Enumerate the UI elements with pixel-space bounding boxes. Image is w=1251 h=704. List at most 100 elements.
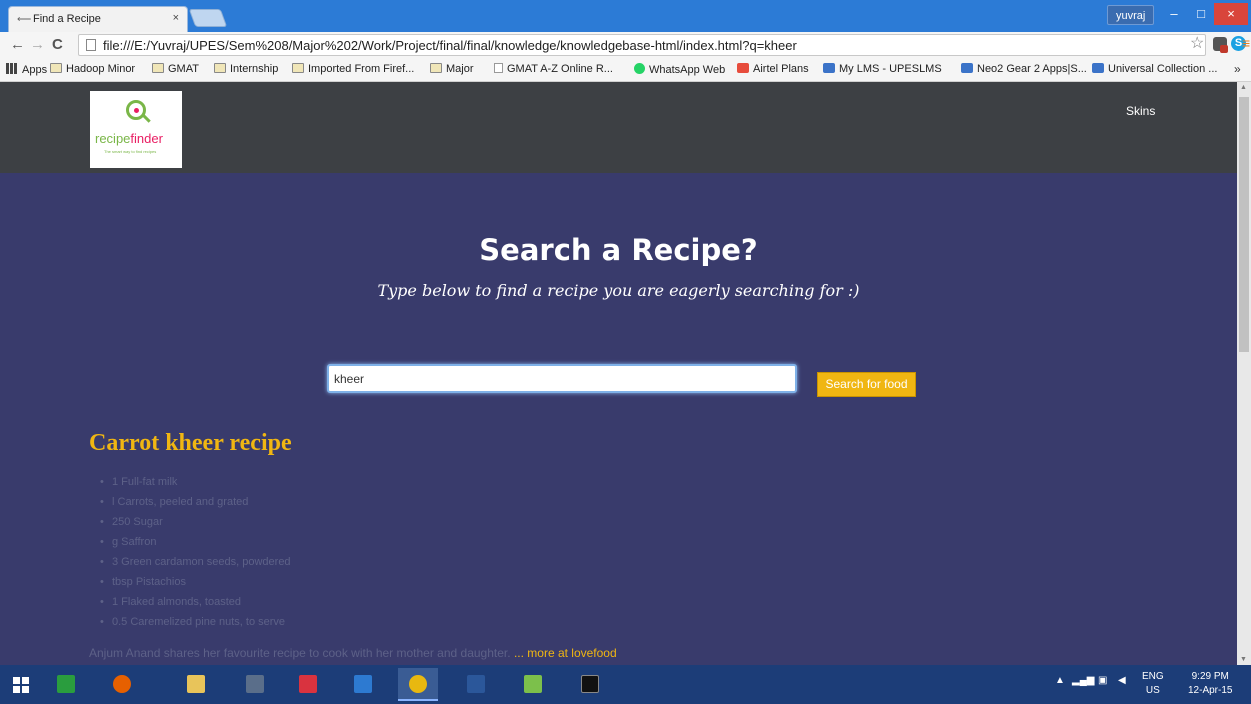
- firefox-icon: [113, 675, 131, 693]
- vivaldi-icon: [299, 675, 317, 693]
- chrome-menu-icon[interactable]: ≡: [1242, 35, 1250, 51]
- bookmark-universal[interactable]: Universal Collection ...: [1092, 63, 1217, 75]
- whatsapp-icon: [634, 63, 645, 74]
- ingredient-item: 3 Green cardamon seeds, powdered: [100, 556, 291, 576]
- app-icon: [246, 675, 264, 693]
- folder-icon: [50, 63, 62, 73]
- bookmark-star-icon[interactable]: ☆: [1190, 33, 1204, 53]
- taskbar-firefox[interactable]: [102, 668, 142, 701]
- forward-button[interactable]: →: [30, 36, 45, 54]
- chrome-icon: [409, 675, 427, 693]
- taskbar-notepad[interactable]: [513, 668, 553, 701]
- bookmarks-more-icon[interactable]: »: [1234, 62, 1241, 76]
- result-title[interactable]: Carrot kheer recipe: [89, 430, 292, 457]
- bookmark-gmat-az[interactable]: GMAT A-Z Online R...: [494, 63, 613, 75]
- logo-wordmark: recipefinder: [95, 131, 163, 146]
- taskbar-word[interactable]: [456, 668, 496, 701]
- browser-tab[interactable]: ⟵ Find a Recipe ×: [8, 6, 188, 32]
- more-at-lovefood-link[interactable]: ... more at lovefood: [514, 646, 617, 660]
- extension-badge: [1220, 45, 1228, 53]
- page-scrollbar[interactable]: ▲ ▼: [1237, 82, 1251, 665]
- signal-icon[interactable]: ▂▄▆: [1072, 675, 1094, 686]
- page-icon: [494, 63, 503, 73]
- apps-grid-icon: [6, 63, 18, 74]
- bookmark-apps[interactable]: Apps: [6, 63, 47, 76]
- tray-overflow-icon[interactable]: ▲: [1055, 675, 1065, 686]
- address-bar[interactable]: file:///E:/Yuvraj/UPES/Sem%208/Major%202…: [78, 34, 1206, 56]
- folder-icon: [430, 63, 442, 73]
- taskbar-chrome[interactable]: [398, 668, 438, 701]
- logo-tagline: The smart way to find recipes: [104, 149, 157, 154]
- network-icon[interactable]: ▣: [1098, 675, 1107, 686]
- site-header: recipefinder The smart way to find recip…: [0, 82, 1237, 173]
- ingredient-item: 1 Flaked almonds, toasted: [100, 596, 291, 616]
- page-title: Search a Recipe?: [479, 233, 758, 267]
- result-description: Anjum Anand shares her favourite recipe …: [89, 646, 617, 660]
- back-button[interactable]: ←: [10, 36, 25, 54]
- bookmark-internship[interactable]: Internship: [214, 63, 278, 75]
- ingredient-item: 250 Sugar: [100, 516, 291, 536]
- nav-skins-link[interactable]: Skins: [1126, 104, 1155, 118]
- taskbar-file-explorer[interactable]: [176, 668, 216, 701]
- new-tab-button[interactable]: [188, 9, 228, 27]
- start-button[interactable]: [2, 668, 42, 701]
- taskbar-cmd[interactable]: [570, 668, 610, 701]
- maximize-button[interactable]: □: [1188, 3, 1214, 25]
- notepad-icon: [524, 675, 542, 693]
- language-indicator[interactable]: ENG US: [1142, 670, 1164, 698]
- taskbar-clock[interactable]: 9:29 PM 12-Apr-15: [1188, 670, 1232, 698]
- reload-button[interactable]: C: [52, 36, 63, 54]
- bookmarks-bar: Apps Hadoop Minor GMAT Internship Import…: [0, 58, 1251, 82]
- search-button[interactable]: Search for food: [817, 372, 916, 397]
- bookmark-imported-firefox[interactable]: Imported From Firef...: [292, 63, 414, 75]
- scroll-thumb[interactable]: [1239, 97, 1249, 352]
- magnifier-icon: [126, 100, 146, 120]
- minimize-button[interactable]: –: [1160, 3, 1188, 25]
- ingredient-item: l Carrots, peeled and grated: [100, 496, 291, 516]
- volume-icon[interactable]: ◀: [1118, 675, 1126, 686]
- close-window-button[interactable]: ×: [1214, 3, 1248, 25]
- file-explorer-icon: [187, 675, 205, 693]
- bookmark-lms[interactable]: My LMS - UPESLMS: [823, 63, 942, 75]
- universal-icon: [1092, 63, 1104, 73]
- bookmark-whatsapp[interactable]: WhatsApp Web: [634, 63, 725, 76]
- folder-icon: [214, 63, 226, 73]
- tab-favicon-icon: ⟵: [17, 14, 32, 25]
- taskbar-remote[interactable]: [343, 668, 383, 701]
- bookmark-hadoop-minor[interactable]: Hadoop Minor: [50, 63, 135, 75]
- neo2-icon: [961, 63, 973, 73]
- tab-title: Find a Recipe: [33, 13, 101, 25]
- bookmark-gmat[interactable]: GMAT: [152, 63, 199, 75]
- word-icon: [467, 675, 485, 693]
- taskbar-store[interactable]: [46, 668, 86, 701]
- address-url: file:///E:/Yuvraj/UPES/Sem%208/Major%202…: [103, 38, 797, 53]
- recipefinder-logo[interactable]: recipefinder The smart way to find recip…: [90, 91, 182, 168]
- lms-icon: [823, 63, 835, 73]
- remote-icon: [354, 675, 372, 693]
- ingredient-list: 1 Full-fat milk l Carrots, peeled and gr…: [100, 476, 291, 636]
- ingredient-item: tbsp Pistachios: [100, 576, 291, 596]
- logo-dot: [134, 108, 139, 113]
- bookmark-airtel[interactable]: Airtel Plans: [737, 63, 809, 75]
- ingredient-item: 0.5 Caremelized pine nuts, to serve: [100, 616, 291, 636]
- taskbar-vivaldi[interactable]: [288, 668, 328, 701]
- ingredient-item: 1 Full-fat milk: [100, 476, 291, 496]
- page-subtitle: Type below to find a recipe you are eage…: [377, 281, 860, 300]
- browser-titlebar: ⟵ Find a Recipe × yuvraj – □ ×: [0, 0, 1251, 32]
- windows-taskbar: ▲ ▂▄▆ ▣ ◀ ENG US 9:29 PM 12-Apr-15: [0, 665, 1251, 704]
- profile-button[interactable]: yuvraj: [1107, 5, 1155, 25]
- airtel-icon: [737, 63, 749, 73]
- cmd-icon: [581, 675, 599, 693]
- taskbar-app[interactable]: [235, 668, 275, 701]
- scroll-down-icon[interactable]: ▼: [1240, 656, 1247, 663]
- bookmark-major[interactable]: Major: [430, 63, 474, 75]
- search-input[interactable]: [327, 364, 797, 393]
- windows-logo-icon: [13, 677, 29, 693]
- tab-close-icon[interactable]: ×: [173, 12, 179, 24]
- folder-icon: [152, 63, 164, 73]
- bookmark-neo2[interactable]: Neo2 Gear 2 Apps|S...: [961, 63, 1087, 75]
- browser-toolbar: ← → C file:///E:/Yuvraj/UPES/Sem%208/Maj…: [0, 32, 1251, 58]
- description-text: Anjum Anand shares her favourite recipe …: [89, 646, 511, 660]
- scroll-up-icon[interactable]: ▲: [1240, 84, 1247, 91]
- folder-icon: [292, 63, 304, 73]
